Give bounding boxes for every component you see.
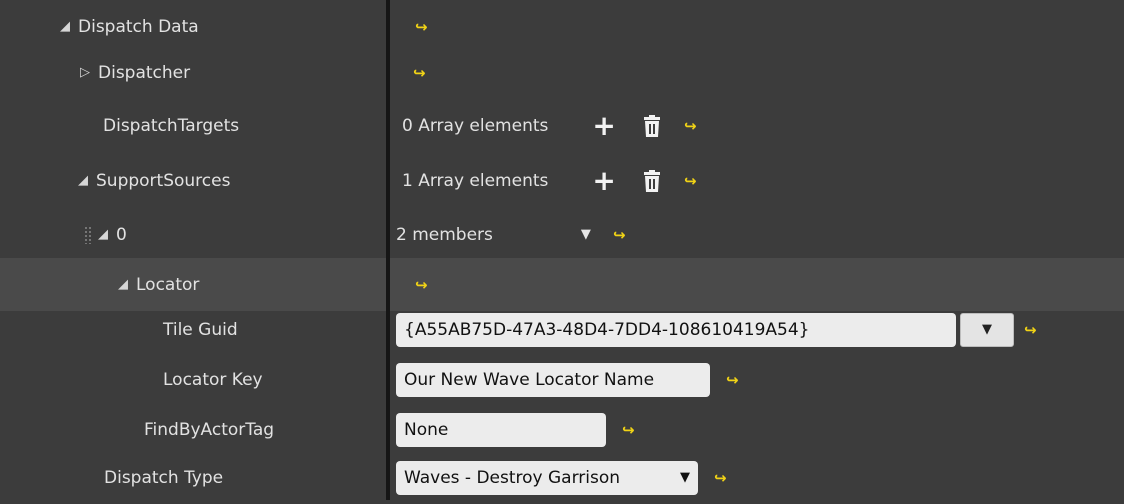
support-sources-label: SupportSources: [96, 170, 231, 191]
dispatch-type-name: Dispatch Type: [104, 451, 223, 504]
locator-key-text: Our New Wave Locator Name: [404, 369, 655, 390]
reset-to-default-icon[interactable]: ↩: [714, 469, 727, 487]
dispatch-targets-value: 0 Array elements + ↩: [402, 99, 696, 152]
reset-to-default-icon[interactable]: ↩: [1024, 321, 1037, 339]
add-element-icon[interactable]: +: [592, 111, 615, 140]
row-tile-guid: Tile Guid {A55AB75D-47A3-48D4-7DD4-10861…: [0, 303, 1124, 356]
find-by-actor-tag-value: None ↩: [396, 403, 635, 456]
row-element-0: ◢ 0 2 members ▼ ↩: [0, 208, 1124, 261]
tile-guid-label: Tile Guid: [163, 319, 238, 340]
dispatch-type-label: Dispatch Type: [104, 467, 224, 488]
row-dispatch-targets: DispatchTargets 0 Array elements + ↩: [0, 99, 1124, 152]
dispatch-targets-label: DispatchTargets: [103, 115, 240, 136]
locator-key-field[interactable]: Our New Wave Locator Name: [396, 362, 710, 397]
support-sources-name[interactable]: ◢ SupportSources: [78, 154, 230, 207]
combo-arrow-icon: ▼: [982, 322, 992, 337]
find-by-actor-tag-label: FindByActorTag: [144, 419, 275, 440]
reset-to-default-icon[interactable]: ↩: [622, 421, 635, 439]
delete-all-elements-icon[interactable]: [642, 169, 662, 192]
element-0-value[interactable]: 2 members ▼ ↩: [396, 208, 625, 261]
reset-to-default-icon[interactable]: ↩: [684, 172, 697, 190]
dispatch-type-text: Waves - Destroy Garrison: [404, 467, 621, 488]
dispatch-data-label: Dispatch Data: [78, 16, 199, 37]
collapsed-triangle-icon[interactable]: ▷: [80, 65, 90, 80]
dispatch-type-combo[interactable]: Waves - Destroy Garrison ▼: [396, 460, 698, 495]
dispatcher-label: Dispatcher: [98, 62, 191, 83]
expanded-triangle-icon[interactable]: ◢: [60, 19, 70, 34]
combo-arrow-icon[interactable]: ▼: [581, 227, 591, 242]
reset-to-default-icon[interactable]: ↩: [413, 64, 426, 82]
delete-all-elements-icon[interactable]: [642, 114, 662, 137]
reset-to-default-icon[interactable]: ↩: [415, 276, 428, 294]
element-0-label: 0: [116, 224, 127, 245]
element-0-name[interactable]: ◢ 0: [84, 208, 127, 261]
locator-key-name: Locator Key: [163, 353, 263, 406]
drag-handle-icon[interactable]: [84, 225, 92, 244]
expanded-triangle-icon[interactable]: ◢: [78, 173, 88, 188]
dispatch-type-value: Waves - Destroy Garrison ▼ ↩: [396, 451, 727, 504]
support-sources-count: 1 Array elements: [402, 170, 549, 191]
tile-guid-name: Tile Guid: [163, 303, 238, 356]
tile-guid-text: {A55AB75D-47A3-48D4-7DD4-108610419A54}: [404, 319, 810, 340]
dispatcher-name[interactable]: ▷ Dispatcher: [80, 46, 190, 99]
reset-to-default-icon[interactable]: ↩: [726, 371, 739, 389]
locator-label: Locator: [136, 274, 200, 295]
element-0-members: 2 members: [396, 224, 493, 245]
row-locator-key: Locator Key Our New Wave Locator Name ↩: [0, 353, 1124, 406]
row-support-sources: ◢ SupportSources 1 Array elements + ↩: [0, 154, 1124, 207]
find-by-actor-tag-name: FindByActorTag: [144, 403, 274, 456]
reset-to-default-icon[interactable]: ↩: [613, 226, 626, 244]
locator-key-label: Locator Key: [163, 369, 263, 390]
tile-guid-value: {A55AB75D-47A3-48D4-7DD4-108610419A54} ▼…: [396, 303, 1037, 356]
support-sources-value: 1 Array elements + ↩: [402, 154, 696, 207]
reset-to-default-icon[interactable]: ↩: [415, 18, 428, 36]
row-dispatcher: ▷ Dispatcher ↩: [0, 46, 1124, 99]
details-panel: ◢ Dispatch Data ↩ ▷ Dispatcher ↩ Dispatc…: [0, 0, 1124, 500]
find-by-actor-tag-field[interactable]: None: [396, 412, 606, 447]
dispatch-targets-count: 0 Array elements: [402, 115, 549, 136]
locator-key-value: Our New Wave Locator Name ↩: [396, 353, 739, 406]
expanded-triangle-icon[interactable]: ◢: [118, 277, 128, 292]
tile-guid-field[interactable]: {A55AB75D-47A3-48D4-7DD4-108610419A54}: [396, 312, 956, 347]
reset-to-default-icon[interactable]: ↩: [684, 117, 697, 135]
dispatch-targets-name: DispatchTargets: [103, 99, 239, 152]
expanded-triangle-icon[interactable]: ◢: [98, 227, 108, 242]
row-dispatch-type: Dispatch Type Waves - Destroy Garrison ▼…: [0, 451, 1124, 504]
dispatcher-value: ↩: [413, 46, 426, 99]
tile-guid-dropdown-button[interactable]: ▼: [960, 312, 1014, 347]
combo-arrow-icon: ▼: [680, 470, 690, 485]
column-splitter[interactable]: [386, 0, 390, 500]
find-by-actor-tag-text: None: [404, 419, 449, 440]
row-find-by-actor-tag: FindByActorTag None ↩: [0, 403, 1124, 456]
add-element-icon[interactable]: +: [592, 166, 615, 195]
